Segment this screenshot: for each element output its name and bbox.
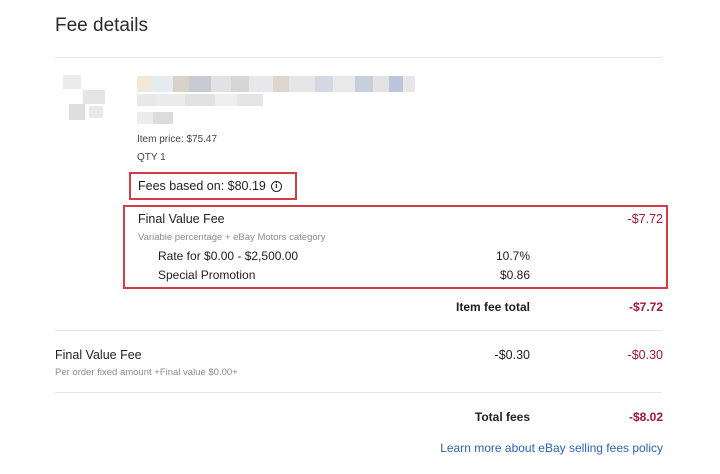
- item-fee-total-label: Item fee total: [455, 300, 530, 314]
- fees-based-on-box: Fees based on: $80.19 i: [129, 172, 297, 200]
- product-thumbnail-blurred: [55, 70, 125, 132]
- page-title: Fee details: [55, 15, 148, 36]
- divider: [55, 392, 662, 393]
- order-final-value-fee-value: -$0.30: [627, 348, 663, 362]
- total-fees-label: Total fees: [474, 410, 530, 424]
- product-subtitle-blurred: [137, 94, 263, 106]
- final-value-fee-subtitle: Variable percentage + eBay Motors catego…: [138, 232, 326, 243]
- special-promotion-value: $0.86: [499, 268, 530, 282]
- total-fees-value: -$8.02: [628, 410, 663, 424]
- item-price: Item price: $75.47: [137, 134, 218, 145]
- product-title-blurred: [137, 76, 415, 92]
- item-quantity: QTY 1: [137, 152, 166, 163]
- divider: [55, 57, 662, 58]
- special-promotion-label: Special Promotion: [158, 268, 256, 282]
- order-final-value-fee-subtitle: Per order fixed amount +Final value $0.0…: [55, 367, 238, 378]
- fees-based-on-label: Fees based on: $80.19: [138, 179, 266, 193]
- learn-more-fees-link[interactable]: Learn more about eBay selling fees polic…: [440, 441, 663, 455]
- product-meta-blurred: [137, 112, 173, 124]
- final-value-fee-amount: -$7.72: [627, 212, 663, 226]
- order-final-value-fee-amount: -$0.30: [494, 348, 530, 362]
- info-icon[interactable]: i: [270, 180, 282, 192]
- final-value-fee-title: Final Value Fee: [138, 212, 225, 226]
- rate-label: Rate for $0.00 - $2,500.00: [158, 249, 299, 263]
- order-final-value-fee-title: Final Value Fee: [55, 348, 142, 362]
- item-fee-total-value: -$7.72: [628, 300, 663, 314]
- rate-value: 10.7%: [495, 249, 530, 263]
- divider: [55, 330, 662, 331]
